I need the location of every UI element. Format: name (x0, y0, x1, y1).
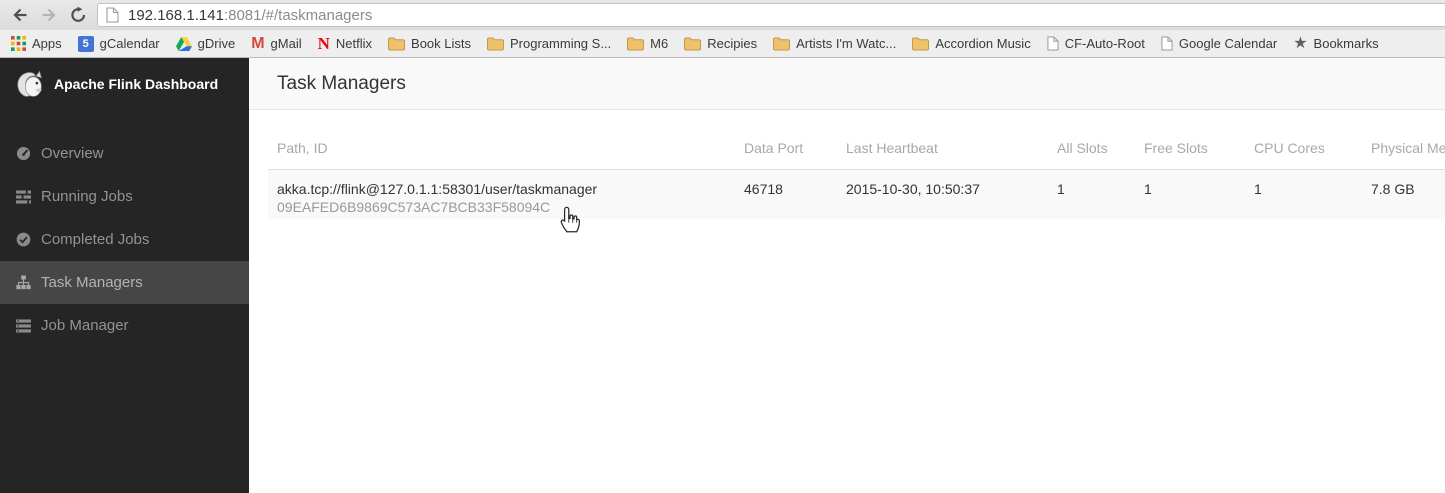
bookmarks-bar: Apps 5 gCalendar gDrive M gMail N Netfli… (0, 30, 1445, 58)
bookmark-gdrive[interactable]: gDrive (168, 32, 244, 56)
reload-button[interactable] (63, 2, 92, 28)
back-button[interactable] (5, 2, 34, 28)
cell-last-heartbeat: 2015-10-30, 10:50:37 (846, 181, 980, 197)
table-header-row: Path, ID Data Port Last Heartbeat All Sl… (268, 126, 1445, 170)
col-data-port: Data Port (735, 126, 837, 170)
bookmark-label: M6 (650, 36, 669, 51)
page-icon (1161, 36, 1173, 51)
bookmark-google-calendar[interactable]: Google Calendar (1153, 32, 1285, 56)
col-all-slots: All Slots (1048, 126, 1135, 170)
bookmark-apps[interactable]: Apps (3, 32, 70, 56)
forward-button[interactable] (34, 2, 63, 28)
taskmanager-path: akka.tcp://flink@127.0.1.1:58301/user/ta… (277, 181, 598, 197)
cell-path-id: akka.tcp://flink@127.0.1.1:58301/user/ta… (268, 170, 735, 220)
col-path-id: Path, ID (268, 126, 735, 170)
taskmanager-id: 09EAFED6B9869C573AC7BCB33F58094C (277, 199, 551, 215)
bookmark-label: Accordion Music (935, 36, 1031, 51)
sidebar-nav: Overview Running Jobs Completed Jobs Tas… (0, 132, 249, 347)
bookmark-netflix[interactable]: N Netflix (310, 32, 380, 56)
taskmanagers-table: Path, ID Data Port Last Heartbeat All Sl… (268, 126, 1445, 219)
bookmark-label: gMail (270, 36, 302, 51)
bookmark-cf-auto-root[interactable]: CF-Auto-Root (1039, 32, 1153, 56)
sidebar-item-label: Running Jobs (41, 188, 133, 205)
gdrive-icon (175, 36, 192, 51)
cell-all-slots: 1 (1057, 181, 1065, 197)
netflix-icon: N (317, 33, 330, 53)
sidebar-item-label: Task Managers (41, 274, 143, 291)
page-icon (1047, 36, 1059, 51)
folder-icon (912, 37, 930, 50)
forward-arrow-icon (42, 8, 56, 22)
bookmark-label: Bookmarks (1313, 36, 1379, 51)
sidebar: Apache Flink Dashboard Overview Running … (0, 58, 249, 493)
bookmark-programming[interactable]: Programming S... (479, 32, 619, 56)
app-title: Apache Flink Dashboard (54, 76, 219, 92)
bookmark-label: Netflix (335, 36, 373, 51)
sidebar-item-job-manager[interactable]: Job Manager (0, 304, 249, 347)
bookmark-bookmarks-folder[interactable]: ★ Bookmarks (1285, 32, 1386, 56)
sidebar-item-running-jobs[interactable]: Running Jobs (0, 175, 249, 218)
cell-physical-memory: 7.8 GB (1371, 181, 1415, 197)
folder-icon (627, 37, 645, 50)
bookmark-label: CF-Auto-Root (1064, 36, 1145, 51)
page-icon (106, 7, 119, 23)
bookmark-accordion-music[interactable]: Accordion Music (904, 32, 1038, 56)
url-text: 192.168.1.141:8081/#/taskmanagers (128, 7, 372, 24)
browser-toolbar: 192.168.1.141:8081/#/taskmanagers (0, 0, 1445, 30)
folder-icon (684, 37, 702, 50)
star-icon: ★ (1293, 34, 1308, 52)
bookmark-label: Recipies (707, 36, 758, 51)
sidebar-item-label: Completed Jobs (41, 231, 150, 248)
gcalendar-icon: 5 (77, 35, 94, 52)
bookmark-gmail[interactable]: M gMail (243, 32, 309, 56)
folder-icon (388, 37, 406, 50)
tasks-icon (15, 189, 31, 204)
col-cpu-cores: CPU Cores (1245, 126, 1362, 170)
reload-icon (70, 6, 85, 22)
folder-icon (773, 37, 791, 50)
bookmark-label: Apps (32, 36, 62, 51)
flink-dashboard-app: Apache Flink Dashboard Overview Running … (0, 58, 1445, 493)
url-path: :8081/#/taskmanagers (223, 6, 373, 24)
gmail-icon: M (251, 34, 265, 52)
sidebar-item-task-managers[interactable]: Task Managers (0, 261, 249, 304)
sidebar-header: Apache Flink Dashboard (0, 58, 249, 110)
url-host: 192.168.1.141 (128, 6, 224, 24)
col-physical-memory: Physical Memory (1362, 126, 1445, 170)
address-bar[interactable]: 192.168.1.141:8081/#/taskmanagers (97, 3, 1445, 27)
main-content: Task Managers Path, ID Data Port Last He… (249, 58, 1445, 493)
col-free-slots: Free Slots (1135, 126, 1245, 170)
bookmark-label: Programming S... (510, 36, 612, 51)
bookmark-gcalendar[interactable]: 5 gCalendar (70, 32, 168, 56)
taskmanagers-table-wrap: Path, ID Data Port Last Heartbeat All Sl… (249, 110, 1445, 219)
cell-free-slots: 1 (1144, 181, 1152, 197)
bookmark-label: Book Lists (411, 36, 472, 51)
col-last-heartbeat: Last Heartbeat (837, 126, 1048, 170)
bookmark-label: gCalendar (99, 36, 160, 51)
bookmark-recipies[interactable]: Recipies (676, 32, 765, 56)
folder-icon (487, 37, 505, 50)
bookmark-label: gDrive (197, 36, 236, 51)
bookmark-label: Artists I'm Watc... (796, 36, 897, 51)
dashboard-icon (15, 146, 31, 161)
bookmark-label: Google Calendar (1178, 36, 1278, 51)
apps-grid-icon (11, 36, 26, 51)
bookmark-book-lists[interactable]: Book Lists (380, 32, 479, 56)
content-header: Task Managers (249, 58, 1445, 110)
page-title: Task Managers (277, 72, 406, 94)
check-circle-icon (15, 232, 31, 247)
sidebar-item-label: Overview (41, 145, 104, 162)
back-arrow-icon (12, 8, 26, 22)
flink-squirrel-logo (17, 70, 42, 97)
table-row[interactable]: akka.tcp://flink@127.0.1.1:58301/user/ta… (268, 169, 1445, 220)
bookmark-artists[interactable]: Artists I'm Watc... (765, 32, 904, 56)
sitemap-icon (15, 275, 31, 290)
sidebar-item-overview[interactable]: Overview (0, 132, 249, 175)
sidebar-item-completed-jobs[interactable]: Completed Jobs (0, 218, 249, 261)
cell-cpu-cores: 1 (1254, 181, 1262, 197)
sidebar-item-label: Job Manager (41, 317, 129, 334)
server-icon (15, 318, 31, 333)
cell-data-port: 46718 (744, 181, 783, 197)
bookmark-m6[interactable]: M6 (619, 32, 676, 56)
